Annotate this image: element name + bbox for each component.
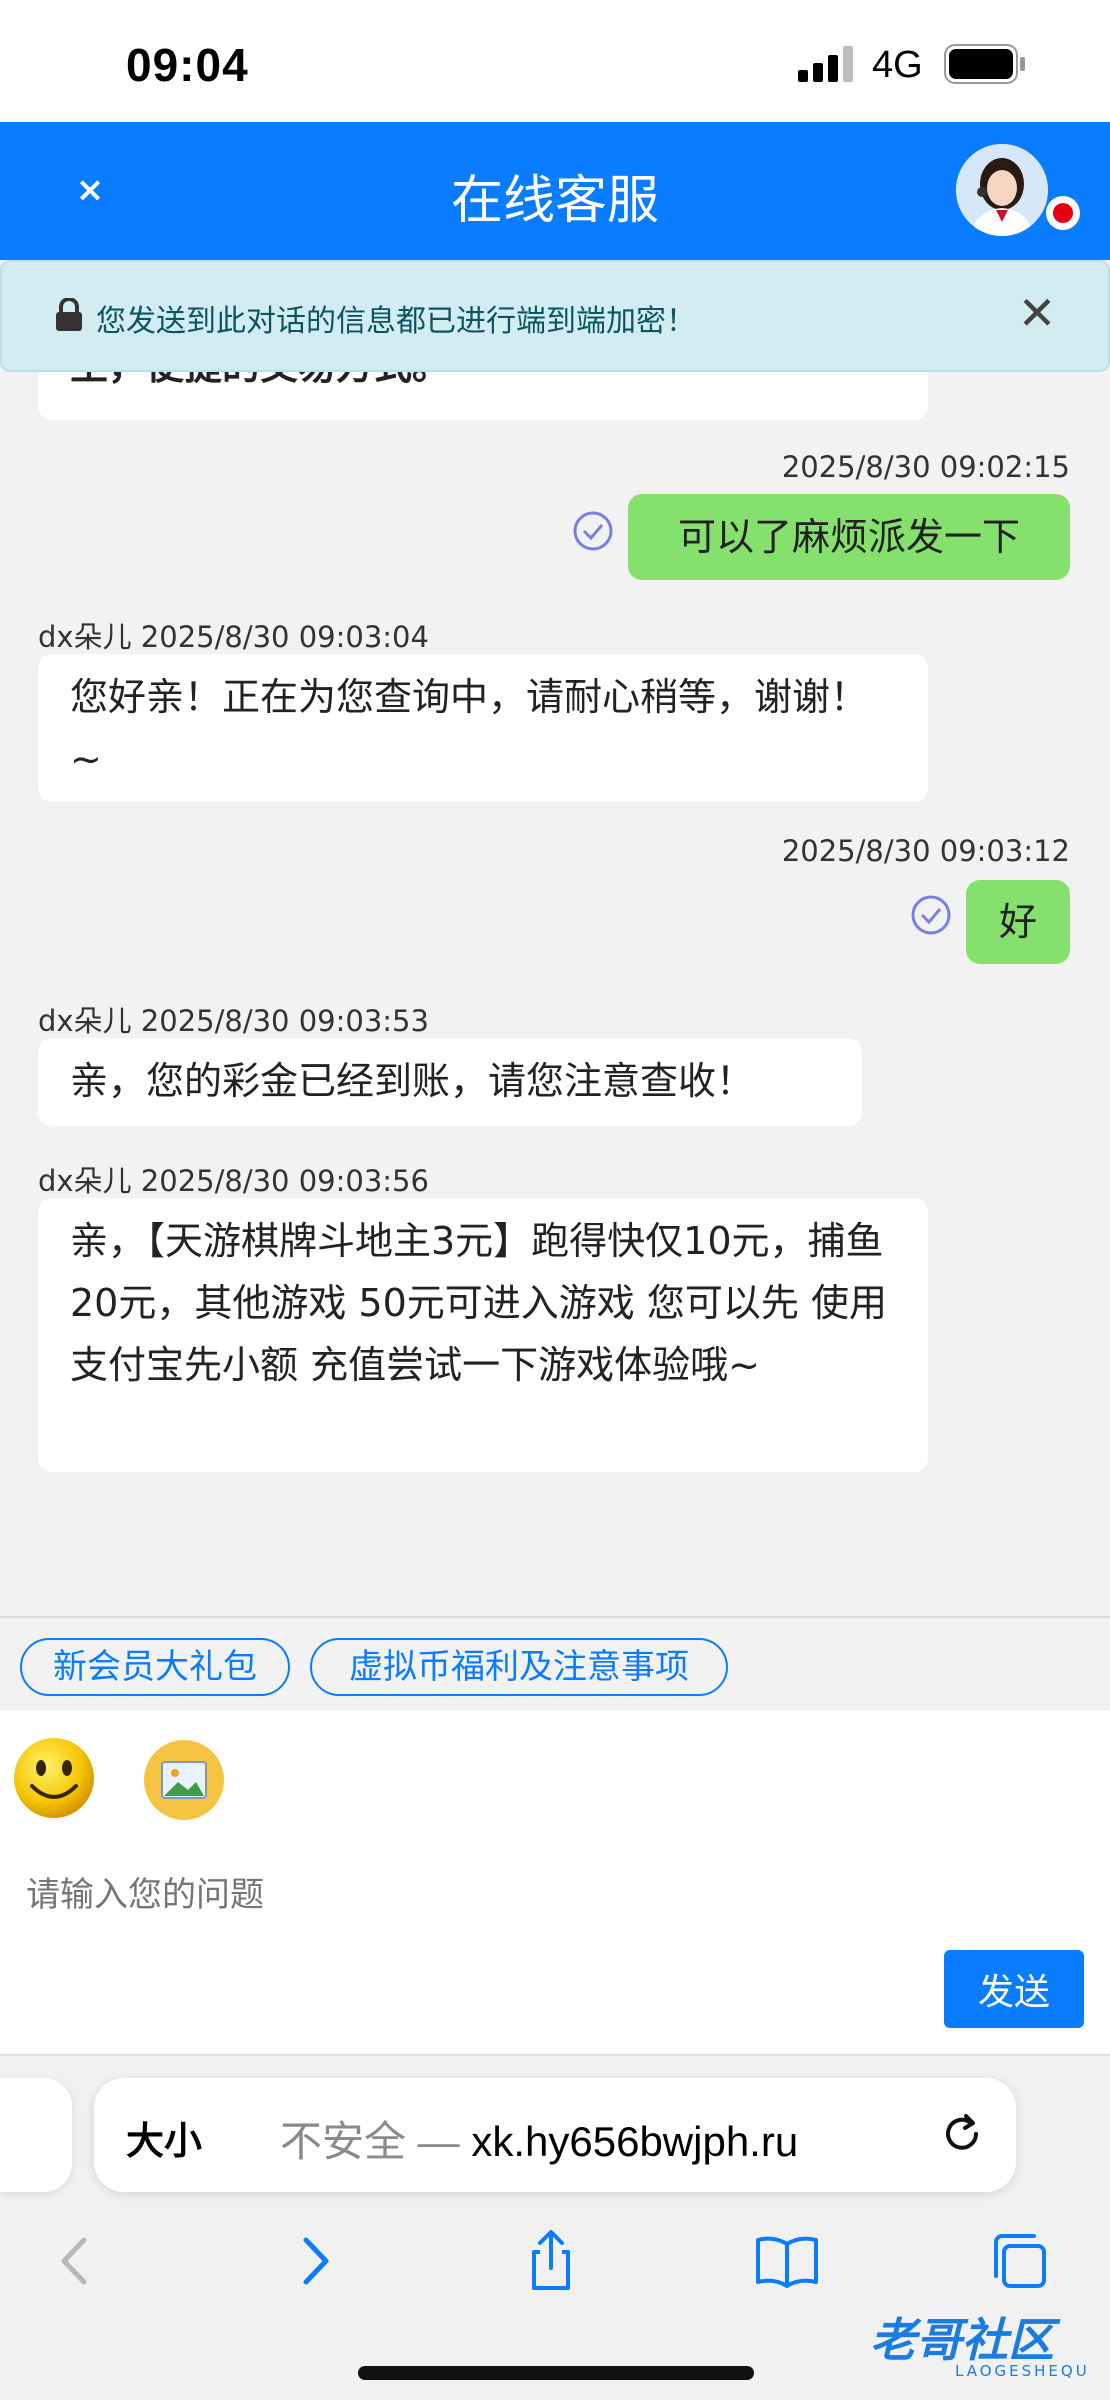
message-composer: 发送	[0, 1710, 1110, 2054]
chat-header: × 在线客服	[0, 122, 1110, 260]
network-type: 4G	[872, 44, 923, 86]
message-meta: 2025/8/30 09:03:12	[781, 834, 1070, 868]
emoji-icon[interactable]	[12, 1736, 96, 1820]
watermark-subtext: LAOGESHEQU	[955, 2362, 1090, 2380]
message-bubble: 亲，【天游棋牌斗地主3元】跑得快仅10元，捕鱼20元，其他游戏 50元可进入游戏…	[38, 1198, 928, 1472]
read-check-icon	[573, 511, 613, 551]
message-input[interactable]	[26, 1840, 1086, 1950]
address-bar[interactable]: 大小 不安全 — xk.hy656bwjph.ru	[94, 2078, 1016, 2192]
send-button[interactable]: 发送	[944, 1950, 1084, 2028]
message-bubble: 亲，您的彩金已经到账，请您注意查收！	[38, 1038, 862, 1126]
chat-messages[interactable]: 主，便捷的交易方式。 2025/8/30 09:02:15 可以了麻烦派发一下 …	[0, 260, 1110, 1616]
message-bubble: 可以了麻烦派发一下	[628, 494, 1070, 580]
encryption-notice-text: 您发送到此对话的信息都已进行端到端加密！	[96, 304, 696, 339]
message-meta: 2025/8/30 09:02:15	[781, 450, 1070, 484]
url-text: xk.hy656bwjph.ru	[471, 2118, 799, 2165]
quick-reply-bar: 新会员大礼包 虚拟币福利及注意事项	[0, 1616, 1110, 1710]
status-bar: 09:04 4G	[0, 0, 1110, 122]
message-bubble: 您好亲！正在为您查询中，请耐心稍等，谢谢！~	[38, 654, 928, 802]
quick-tag-new-member[interactable]: 新会员大礼包	[20, 1638, 290, 1696]
tabs-icon[interactable]	[986, 2226, 1056, 2296]
signal-icon	[798, 46, 853, 82]
read-check-icon	[911, 895, 951, 935]
agent-avatar[interactable]	[956, 144, 1048, 236]
online-status-dot	[1046, 196, 1080, 230]
share-icon[interactable]	[516, 2226, 586, 2296]
lock-icon	[56, 298, 82, 331]
reload-icon[interactable]	[936, 2108, 988, 2160]
quick-tag-crypto-benefits[interactable]: 虚拟币福利及注意事项	[310, 1638, 728, 1696]
forward-icon[interactable]	[280, 2226, 350, 2296]
message-text: 好	[998, 900, 1037, 944]
message-meta: dx朵儿 2025/8/30 09:03:56	[38, 1164, 429, 1198]
message-text: 可以了麻烦派发一下	[677, 515, 1020, 559]
message-meta: dx朵儿 2025/8/30 09:03:53	[38, 1004, 429, 1038]
bookmarks-icon[interactable]	[752, 2226, 822, 2296]
message-bubble: 好	[966, 880, 1070, 964]
text-size-button[interactable]: 大小	[126, 2110, 202, 2165]
page-title: 在线客服	[450, 171, 659, 231]
message-text: 亲，您的彩金已经到账，请您注意查收！	[70, 1059, 755, 1103]
message-meta: dx朵儿 2025/8/30 09:03:04	[38, 620, 429, 654]
insecure-label: 不安全 —	[280, 2118, 472, 2165]
message-text: 亲，【天游棋牌斗地主3元】跑得快仅10元，捕鱼20元，其他游戏 50元可进入游戏…	[70, 1219, 887, 1387]
battery-icon	[944, 44, 1025, 84]
browser-toolbar: 大小 不安全 — xk.hy656bwjph.ru 老哥社区 LAOGESHEQ…	[0, 2054, 1110, 2400]
agent-avatar-image	[956, 144, 1048, 236]
encryption-notice: 您发送到此对话的信息都已进行端到端加密！ ✕	[0, 260, 1110, 372]
status-time: 09:04	[126, 39, 249, 91]
back-icon[interactable]	[40, 2226, 110, 2296]
image-upload-icon[interactable]	[142, 1738, 226, 1822]
watermark-logo: 老哥社区	[870, 2313, 1054, 2367]
notice-close-button[interactable]: ✕	[1014, 284, 1060, 342]
home-indicator[interactable]	[358, 2366, 754, 2380]
address-url[interactable]: 不安全 — xk.hy656bwjph.ru	[280, 2108, 798, 2169]
previous-tab[interactable]	[0, 2078, 72, 2192]
message-text: 您好亲！正在为您查询中，请耐心稍等，谢谢！~	[70, 675, 869, 781]
